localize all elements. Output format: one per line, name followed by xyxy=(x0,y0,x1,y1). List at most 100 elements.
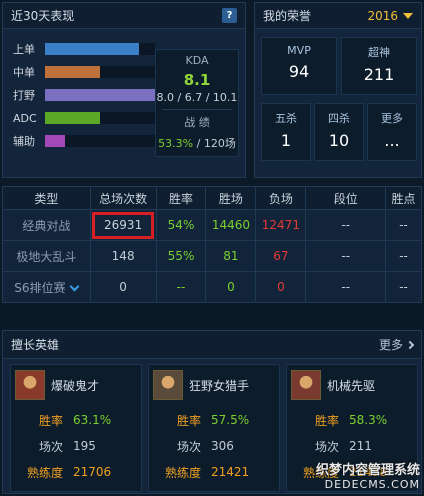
mvp-card: MVP 94 xyxy=(261,37,337,95)
hero-mastery-row: 熟练度 21706 xyxy=(11,461,143,483)
ranked-mode-dropdown[interactable]: S6排位赛 xyxy=(2,271,91,303)
col-rank: 段位 xyxy=(305,186,387,210)
table-row: S6排位赛 0 -- 0 0 -- -- xyxy=(2,271,422,303)
more-heroes-link[interactable]: 更多 xyxy=(378,336,415,353)
row-points: -- xyxy=(385,240,422,272)
quadra-card: 四杀 10 xyxy=(314,103,364,161)
penta-card: 五杀 1 xyxy=(261,103,311,161)
col-points: 胜点 xyxy=(385,186,422,210)
row-losses: 0 xyxy=(255,271,307,303)
role-row: ADC xyxy=(13,110,157,126)
top-heroes-title: 擅长英雄 xyxy=(11,338,60,352)
kda-detail: 8.0 / 6.7 / 10.1 xyxy=(156,91,238,104)
col-rate: 胜率 xyxy=(155,186,207,210)
hero-card[interactable]: 爆破鬼才胜率 63.1% 场次 195 熟练度 21706 xyxy=(10,364,142,492)
row-points: -- xyxy=(385,209,422,241)
watermark-line2: DEDECMS.COM xyxy=(324,478,420,491)
role-bar-track xyxy=(45,43,155,55)
role-label: 上单 xyxy=(13,43,35,56)
more-honor-label: 更多 xyxy=(381,112,403,125)
hero-games-label: 场次 xyxy=(38,439,63,454)
row-rate: -- xyxy=(155,271,207,303)
hero-rate-label: 胜率 xyxy=(314,413,339,428)
legendary-card: 超神 211 xyxy=(341,37,417,95)
hero-card[interactable]: 狂野女猎手胜率 57.5% 场次 306 熟练度 21421 xyxy=(148,364,280,492)
hero-rate-row: 胜率 57.5% xyxy=(149,409,281,431)
row-rank: -- xyxy=(305,271,387,303)
recent-performance-header: 近30天表现 ? xyxy=(3,3,245,29)
hero-mastery-value: 21706 xyxy=(73,465,112,479)
hero-rate-row: 胜率 63.1% xyxy=(11,409,143,431)
role-bar-fill xyxy=(45,112,100,124)
role-bar-track xyxy=(45,112,155,124)
more-honor-value: ... xyxy=(384,131,400,150)
hero-games-label: 场次 xyxy=(314,439,339,454)
record-games: 120场 xyxy=(203,137,236,150)
row-rank: -- xyxy=(305,209,387,241)
role-bar-fill xyxy=(45,135,65,147)
table-row: 极地大乱斗 148 55% 81 67 -- -- xyxy=(2,240,422,272)
hero-name: 狂野女猎手 xyxy=(189,379,250,393)
top-heroes-header: 擅长英雄 更多 xyxy=(3,331,421,359)
role-row: 中单 xyxy=(13,64,157,80)
hero-rate-value: 57.5% xyxy=(211,413,250,427)
hero-rate-row: 胜率 58.3% xyxy=(287,409,419,431)
row-losses: 67 xyxy=(255,240,307,272)
penta-value: 1 xyxy=(280,131,292,150)
year-select[interactable]: 2016 xyxy=(367,9,413,23)
row-total: 148 xyxy=(89,240,157,272)
role-row: 辅助 xyxy=(13,133,157,149)
row-type: 极地大乱斗 xyxy=(2,240,91,272)
hero-games-label: 场次 xyxy=(176,439,201,454)
row-total: 0 xyxy=(89,271,157,303)
chevron-right-icon xyxy=(405,340,415,349)
watermark: 织梦内容管理系统 DEDECMS.COM xyxy=(316,464,420,492)
role-label: 打野 xyxy=(13,89,35,102)
row-wins: 14460 xyxy=(205,209,257,241)
hero-games-value: 306 xyxy=(211,439,234,453)
hero-mastery-row: 熟练度 21421 xyxy=(149,461,281,483)
row-type: 经典对战 xyxy=(2,209,91,241)
hero-games-value: 211 xyxy=(349,439,372,453)
role-bar-track xyxy=(45,135,155,147)
col-type: 类型 xyxy=(2,186,91,210)
row-type: S6排位赛 xyxy=(14,280,66,295)
quadra-value: 10 xyxy=(328,131,350,150)
hero-rate-label: 胜率 xyxy=(176,413,201,428)
legendary-value: 211 xyxy=(363,65,395,84)
honor-panel: 我的荣誉 2016 MVP 94 超神 211 五杀 1 四杀 10 更多 ..… xyxy=(254,2,422,178)
table-row: 经典对战 26931 54% 14460 12471 -- -- xyxy=(2,209,422,241)
record-line: 53.3% / 120场 xyxy=(156,135,238,151)
role-bar-track xyxy=(45,89,155,101)
hero-games-row: 场次 306 xyxy=(149,435,281,457)
hero-rate-value: 63.1% xyxy=(73,413,112,427)
col-losses: 负场 xyxy=(255,186,307,210)
role-bar-fill xyxy=(45,43,139,55)
row-rate: 55% xyxy=(155,240,207,272)
col-wins: 胜场 xyxy=(205,186,257,210)
record-rate: 53.3% xyxy=(158,137,194,150)
role-label: 中单 xyxy=(13,66,35,79)
hero-mastery-label: 熟练度 xyxy=(26,465,63,480)
mode-stats-table: 类型 总场次数 胜率 胜场 负场 段位 胜点 经典对战 26931 54% 14… xyxy=(2,186,422,303)
hero-games-row: 场次 195 xyxy=(11,435,143,457)
watermark-line1: 织梦内容管理系统 xyxy=(315,463,420,478)
recent-performance-title: 近30天表现 xyxy=(11,9,75,23)
hero-mastery-label: 熟练度 xyxy=(164,465,201,480)
row-rank: -- xyxy=(305,240,387,272)
hero-games-value: 195 xyxy=(73,439,96,453)
role-label: ADC xyxy=(13,111,37,125)
more-honor-card[interactable]: 更多 ... xyxy=(367,103,417,161)
more-heroes-label: 更多 xyxy=(378,338,403,352)
role-bar-fill xyxy=(45,89,155,101)
role-bar-fill xyxy=(45,66,100,78)
legendary-label: 超神 xyxy=(368,46,390,59)
kda-title: KDA xyxy=(185,54,209,67)
honor-header: 我的荣誉 2016 xyxy=(255,3,421,29)
help-icon[interactable]: ? xyxy=(222,8,237,23)
row-wins: 0 xyxy=(205,271,257,303)
kda-box: KDA 8.1 8.0 / 6.7 / 10.1 战 绩 53.3% / 120… xyxy=(155,49,239,157)
hero-name: 爆破鬼才 xyxy=(51,379,100,393)
hero-name: 机械先驱 xyxy=(327,379,376,393)
kda-value: 8.1 xyxy=(183,71,211,89)
